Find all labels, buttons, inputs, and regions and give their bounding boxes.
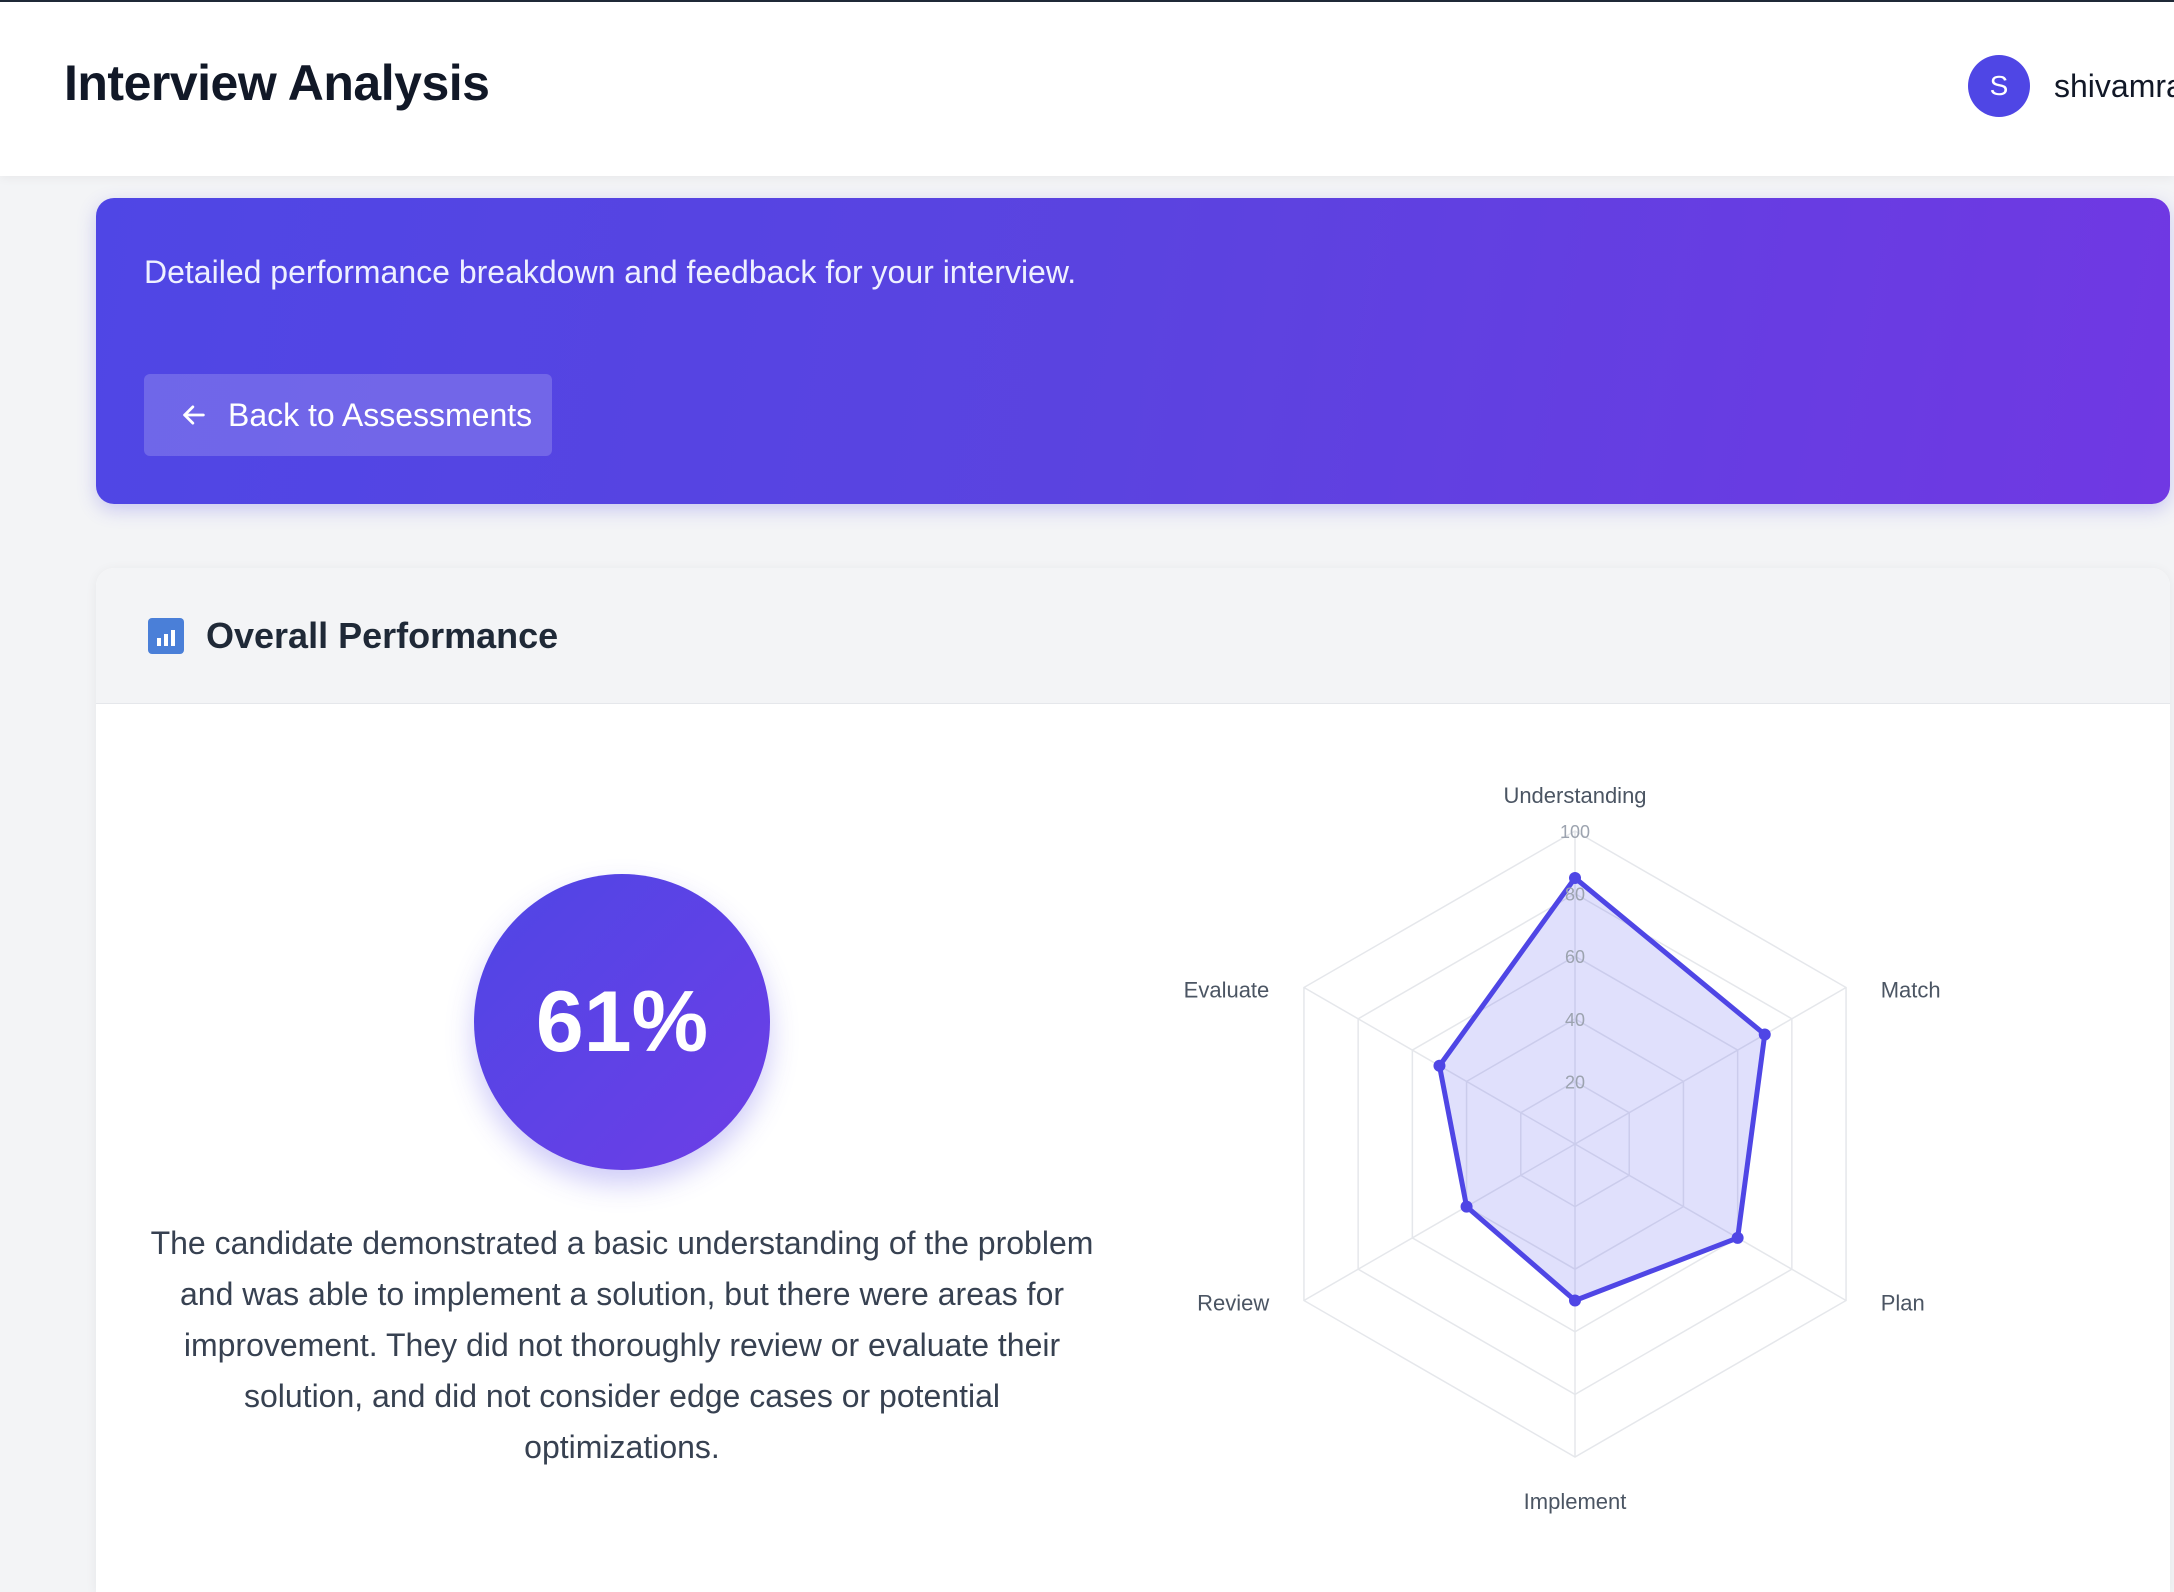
user-menu[interactable]: S shivamra — [1968, 54, 2174, 118]
radar-axis-label: Implement — [1524, 1489, 1627, 1514]
radar-axis-label: Plan — [1881, 1291, 1925, 1316]
hero-subtitle: Detailed performance breakdown and feedb… — [144, 254, 1077, 290]
radar-data-point — [1433, 1059, 1446, 1072]
radar-data-point — [1460, 1200, 1473, 1213]
radar-data-point — [1758, 1028, 1771, 1041]
radar-axis-label: Understanding — [1503, 783, 1646, 808]
radar-data-point — [1731, 1231, 1744, 1244]
radar-axis-label: Evaluate — [1184, 978, 1270, 1003]
radar-tick-label: 20 — [1565, 1072, 1585, 1092]
overall-performance-card: Overall Performance 61% The candidate de… — [96, 568, 2170, 1592]
page-title: Interview Analysis — [64, 55, 490, 111]
radar-tick-label: 60 — [1565, 947, 1585, 967]
avatar[interactable]: S — [1968, 55, 2030, 117]
radar-data-point — [1569, 871, 1581, 884]
radar-axis-label: Match — [1881, 978, 1941, 1003]
radar-tick-label: 40 — [1565, 1010, 1585, 1030]
radar-chart: 20 40 60 80 100 Understanding Match Plan Implem… — [1184, 783, 1941, 1514]
radar-axis-label: Review — [1197, 1291, 1269, 1316]
back-button-label: Back to Assessments — [228, 396, 533, 433]
radar-data-point — [1569, 1294, 1581, 1307]
back-to-assessments-button[interactable]: Back to Assessments — [144, 374, 552, 456]
radar-series-area — [1436, 875, 1768, 1303]
hero-banner: Detailed performance breakdown and feedb… — [96, 198, 2170, 504]
radar-tick-label: 80 — [1565, 885, 1585, 905]
top-bar: Interview Analysis S shivamra — [0, 0, 2174, 176]
radar-tick-label: 100 — [1560, 822, 1590, 842]
arrow-left-icon — [183, 405, 205, 425]
username[interactable]: shivamra — [2054, 68, 2174, 105]
